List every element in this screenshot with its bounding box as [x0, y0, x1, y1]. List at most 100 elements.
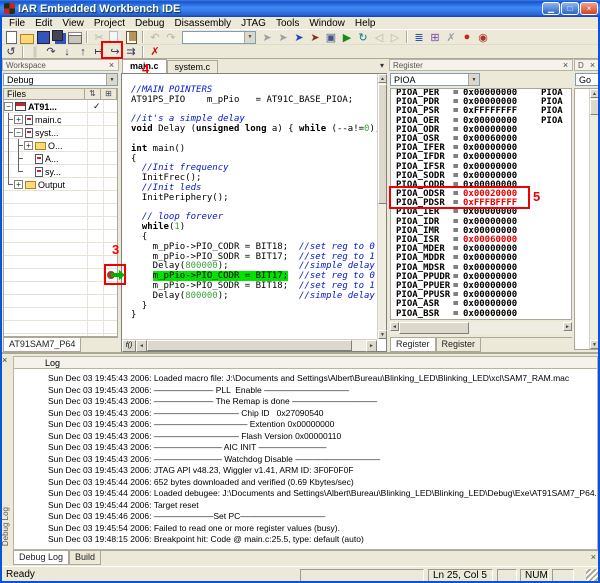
new-file-icon[interactable]: [3, 30, 19, 44]
tree-item-a[interactable]: A...: [4, 152, 117, 165]
register-tab-2[interactable]: Register: [436, 338, 482, 352]
code-area[interactable]: //MAIN POINTERSAT91PS_PIO m_pPio = AT91C…: [122, 74, 377, 339]
register-group-dropdown[interactable]: PIOA ▼: [390, 73, 480, 86]
register-horizontal-scrollbar[interactable]: ◄ ►: [390, 322, 572, 334]
function-list-button[interactable]: f(): [122, 340, 136, 352]
tree-expander-icon[interactable]: −: [14, 128, 23, 137]
tree-indent-guide: [4, 139, 14, 152]
menu-project[interactable]: Project: [89, 18, 130, 29]
editor-tab-bar: main.csystem.c: [121, 59, 387, 73]
tree-item-output[interactable]: +Output: [4, 178, 117, 191]
menu-edit[interactable]: Edit: [30, 18, 57, 29]
code-editor[interactable]: //MAIN POINTERSAT91PS_PIO m_pPio = AT91C…: [121, 73, 387, 352]
dropdown-arrow-icon[interactable]: ▼: [468, 74, 479, 85]
tree-item-syst[interactable]: −syst...: [4, 126, 117, 139]
files-header-label[interactable]: Files: [4, 89, 85, 99]
step-into-icon[interactable]: ↓: [59, 45, 75, 59]
scroll-right-icon[interactable]: ►: [563, 322, 572, 331]
redo-icon[interactable]: ↷: [163, 30, 179, 44]
resize-grip[interactable]: [586, 569, 598, 581]
stop-build-icon[interactable]: ✗: [443, 30, 459, 44]
log-tab-debug-log[interactable]: Debug Log: [13, 551, 69, 565]
workspace-project-tab[interactable]: AT91SAM7_P64: [3, 338, 81, 352]
log-tabbar-close-icon[interactable]: ×: [591, 551, 598, 564]
browse-icon[interactable]: ◉: [475, 30, 491, 44]
workspace-close-icon[interactable]: ×: [107, 61, 116, 70]
tree-item-label: sy...: [45, 167, 61, 177]
save-icon[interactable]: [35, 30, 51, 44]
close-button-icon[interactable]: ×: [580, 2, 598, 15]
go-to-pointer-icon[interactable]: ➤: [291, 30, 307, 44]
editor-tab-menu-icon[interactable]: ▾: [380, 61, 384, 70]
find-next-icon[interactable]: ➤: [275, 30, 291, 44]
editor-tab-system-c[interactable]: system.c: [167, 60, 219, 73]
break-icon[interactable]: ∥: [27, 45, 43, 59]
dropdown-arrow-icon[interactable]: ▼: [106, 74, 117, 85]
menu-window[interactable]: Window: [304, 18, 350, 29]
step-out-icon[interactable]: ↑: [75, 45, 91, 59]
find-combobox[interactable]: ▼: [182, 31, 256, 44]
files-options-icon[interactable]: ⊞: [101, 89, 117, 99]
menu-tools[interactable]: Tools: [271, 18, 304, 29]
scroll-right-icon[interactable]: ►: [366, 340, 377, 352]
minimize-button-icon[interactable]: ▁: [542, 2, 560, 15]
scroll-left-icon[interactable]: ◄: [390, 322, 399, 331]
tree-item-sy[interactable]: sy...: [4, 165, 117, 178]
paste-icon[interactable]: [123, 30, 139, 44]
tree-item-o[interactable]: +O...: [4, 139, 117, 152]
open-file-icon[interactable]: [19, 30, 35, 44]
reset-icon[interactable]: ↺: [3, 45, 19, 59]
compile-icon[interactable]: ≣: [411, 30, 427, 44]
print-icon[interactable]: [67, 30, 83, 44]
stop-debugging-icon[interactable]: ✗: [147, 45, 163, 59]
goto-field[interactable]: Go: [575, 73, 599, 86]
annotation-label-5: 5: [533, 189, 540, 204]
log-output[interactable]: Sun Dec 03 19:45:43 2006: Loaded macro f…: [13, 369, 598, 550]
log-close-icon[interactable]: ×: [2, 356, 7, 364]
tree-item-mainc[interactable]: +main.c: [4, 113, 117, 126]
build-all-icon[interactable]: ⊞: [427, 30, 443, 44]
tree-expander-icon[interactable]: +: [14, 115, 23, 124]
scroll-up-icon[interactable]: ▲: [378, 74, 387, 83]
maximize-button-icon[interactable]: □: [561, 2, 579, 15]
new-window-icon[interactable]: ▣: [323, 30, 339, 44]
scrollbar-thumb[interactable]: [378, 84, 387, 204]
toggle-breakpoint-icon[interactable]: ●: [459, 30, 475, 44]
menu-debug[interactable]: Debug: [130, 18, 169, 29]
menu-disassembly[interactable]: Disassembly: [169, 18, 236, 29]
editor-vertical-scrollbar[interactable]: ▲ ▼: [377, 74, 386, 339]
scroll-left-icon[interactable]: ◄: [136, 340, 147, 352]
menu-help[interactable]: Help: [350, 18, 381, 29]
title-bar[interactable]: IAR Embedded Workbench IDE ▁ □ ×: [0, 0, 600, 17]
scroll-down-icon[interactable]: ▼: [378, 330, 387, 339]
menu-file[interactable]: File: [4, 18, 30, 29]
disassembly-close-icon[interactable]: ×: [588, 61, 597, 70]
files-sort-icon[interactable]: ⇅: [85, 89, 101, 99]
tree-item-at91[interactable]: −AT91...✓: [4, 100, 117, 113]
log-vertical-tab-label[interactable]: Debug Log: [1, 507, 10, 546]
find-previous-icon[interactable]: ➤: [259, 30, 275, 44]
undo-icon[interactable]: ↶: [147, 30, 163, 44]
editor-horizontal-scrollbar[interactable]: f() ◄ ►: [122, 339, 377, 351]
register-row-pioa_bsr[interactable]: PIOA_BSR=0x00000000: [391, 310, 571, 319]
tree-expander-icon[interactable]: +: [24, 141, 33, 150]
tree-expander-icon[interactable]: −: [4, 102, 13, 111]
menu-jtag[interactable]: JTAG: [236, 18, 271, 29]
step-over-icon[interactable]: ↷: [43, 45, 59, 59]
combo-dropdown-icon[interactable]: ▼: [244, 32, 255, 43]
save-all-icon[interactable]: [51, 30, 67, 44]
debug-icon[interactable]: ↻: [355, 30, 371, 44]
target-config-dropdown[interactable]: Debug ▼: [3, 73, 118, 86]
register-close-icon[interactable]: ×: [561, 61, 570, 70]
scrollbar-thumb[interactable]: [147, 340, 352, 351]
bookmark-pointer-icon[interactable]: ➤: [307, 30, 323, 44]
menu-view[interactable]: View: [57, 18, 89, 29]
register-tab-1[interactable]: Register: [390, 338, 436, 352]
log-tab-build[interactable]: Build: [69, 551, 101, 565]
run-to-cursor-icon[interactable]: ⇉: [123, 45, 139, 59]
navigate-forward-icon[interactable]: ▷: [387, 30, 403, 44]
tree-expander-icon[interactable]: +: [14, 180, 23, 189]
scrollbar-thumb[interactable]: [399, 322, 469, 334]
navigate-back-icon[interactable]: ◁: [371, 30, 387, 44]
make-icon[interactable]: ▶: [339, 30, 355, 44]
